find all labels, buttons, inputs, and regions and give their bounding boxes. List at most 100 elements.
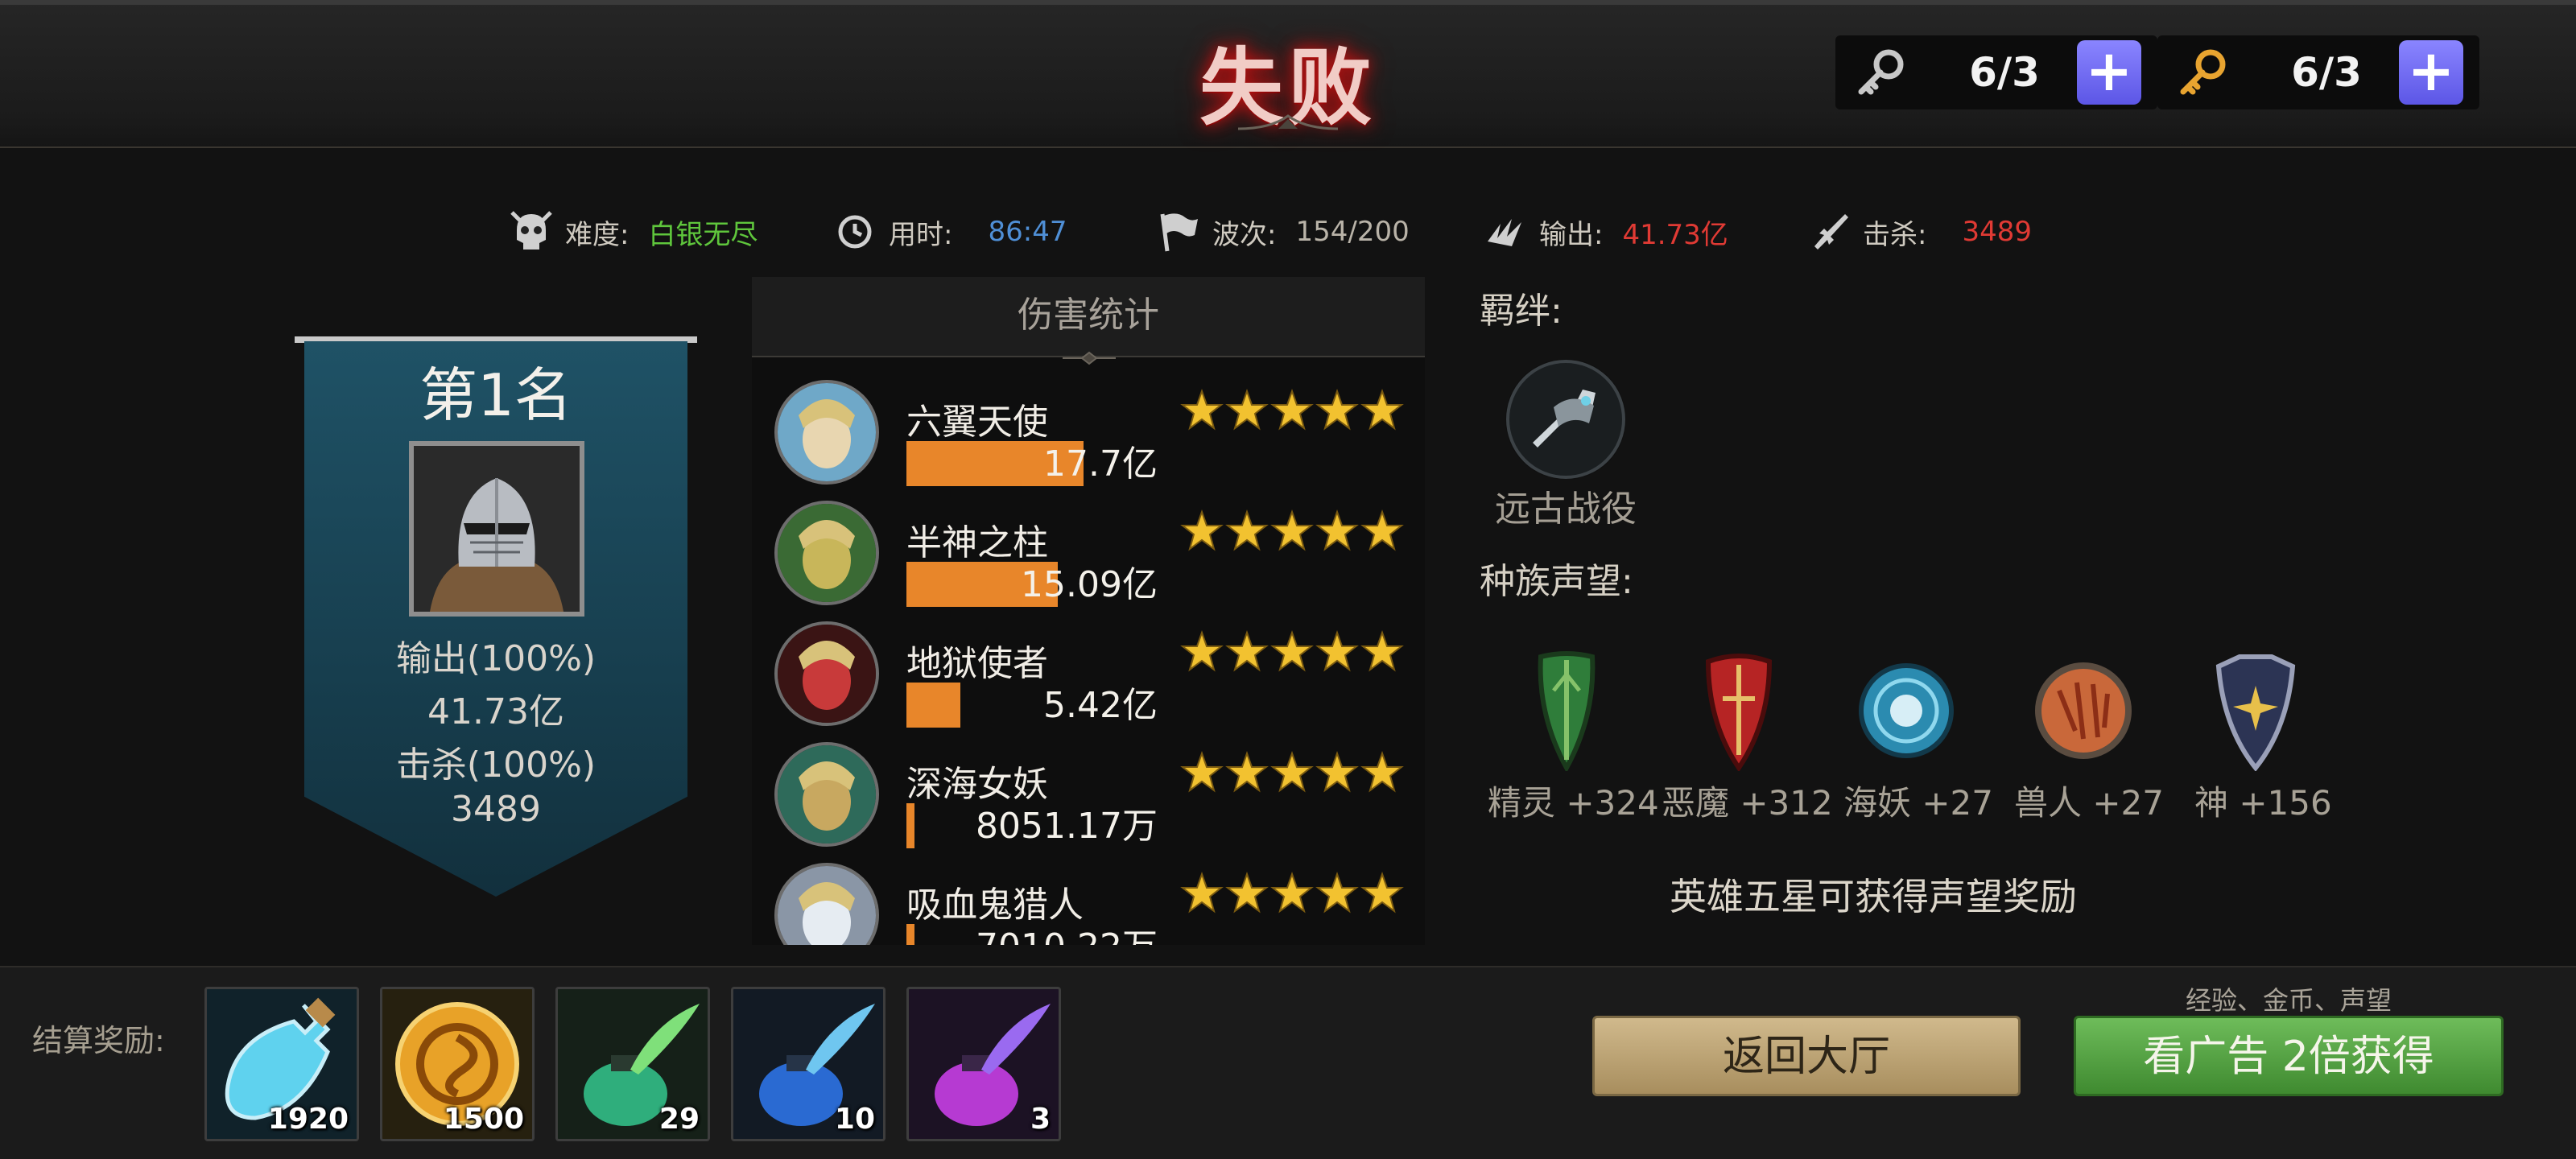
kills-share-label: 击杀(100%) (395, 744, 597, 786)
difficulty-label: 难度: (565, 218, 630, 251)
star-icon (1225, 509, 1269, 551)
star-icon (1315, 388, 1359, 431)
hero-avatar (774, 863, 879, 945)
waves-value: 154/200 (1295, 216, 1410, 248)
reward-count: 1920 (267, 1103, 349, 1136)
kills-total: 3489 (451, 789, 541, 830)
reward-item-gold[interactable]: 1500 (380, 987, 535, 1141)
sword-icon (1814, 214, 1848, 250)
clock-icon (838, 215, 872, 249)
star-icon (1360, 388, 1404, 431)
title-ornament (1238, 114, 1338, 130)
star-icon (1315, 509, 1359, 551)
stat-waves: 波次: 154/200 (1153, 206, 1410, 258)
reward-item-exp[interactable]: 1920 (204, 987, 359, 1141)
reward-item-blue-ink[interactable]: 10 (731, 987, 886, 1141)
damage-stats-title: 伤害统计 (752, 277, 1425, 357)
demon-shield-icon[interactable] (1690, 650, 1787, 771)
star-icon (1180, 509, 1224, 551)
god-shield-icon[interactable] (2207, 650, 2304, 771)
damage-stats-panel[interactable]: 六翼天使 17.7亿 半神之柱 15.09亿 地狱使者 5.42亿 深海女妖 8051.17万… (752, 277, 1425, 945)
header-ornament (1063, 351, 1116, 365)
hero-damage-row[interactable]: 六翼天使 17.7亿 (752, 372, 1425, 493)
hero-damage-row[interactable]: 地狱使者 5.42亿 (752, 613, 1425, 734)
bond-label: 羁绊: (1480, 291, 1563, 332)
damage-value: 8051.17万 (976, 806, 1158, 847)
flag-icon (1160, 213, 1198, 252)
hero-damage-row[interactable]: 吸血鬼猎人7010.22万 (752, 855, 1425, 945)
star-rating (1180, 388, 1404, 431)
star-icon (1360, 871, 1404, 914)
race-siren-label: 海妖 +27 (1843, 783, 1993, 823)
star-icon (1270, 750, 1314, 793)
elf-shield-icon[interactable] (1518, 650, 1615, 771)
star-icon (1360, 509, 1404, 551)
gold-key-counter: 6/3 + (2157, 35, 2479, 109)
add-gold-key-button[interactable]: + (2399, 40, 2463, 105)
claw-icon (1488, 219, 1521, 246)
reward-label: 结算奖励: (32, 1023, 165, 1058)
star-icon (1360, 750, 1404, 793)
hero-name: 六翼天使 (906, 402, 1048, 443)
star-icon (1180, 629, 1224, 672)
knight-helmet-icon (414, 446, 580, 612)
hero-damage-row[interactable]: 深海女妖 8051.17万 (752, 734, 1425, 855)
return-lobby-button[interactable]: 返回大厅 (1592, 1016, 2021, 1096)
stat-kills: 击杀: 3489 (1803, 206, 2032, 258)
difficulty-value: 白银无尽 (648, 218, 758, 251)
siren-shield-icon[interactable] (1858, 650, 1955, 771)
star-icon (1315, 871, 1359, 914)
kills-value: 3489 (1962, 216, 2032, 248)
reward-item-green-ink[interactable]: 29 (555, 987, 710, 1141)
star-rating (1180, 750, 1404, 793)
watch-ad-double-button[interactable]: 看广告 2倍获得 (2074, 1016, 2504, 1096)
hero-avatar (774, 621, 879, 726)
star-icon (1270, 871, 1314, 914)
stat-output: 输出: 41.73亿 (1480, 206, 1728, 258)
reward-count: 1500 (443, 1103, 524, 1136)
hero-avatar (774, 742, 879, 847)
star-icon (1180, 871, 1224, 914)
star-rating (1180, 509, 1404, 551)
star-icon (1315, 629, 1359, 672)
output-label: 输出: (1539, 218, 1604, 251)
star-icon (1180, 750, 1224, 793)
star-rating (1180, 871, 1404, 914)
damage-value: 7010.22万 (906, 924, 1158, 945)
star-icon (1270, 629, 1314, 672)
hero-damage-row[interactable]: 半神之柱 15.09亿 (752, 493, 1425, 613)
star-icon (1225, 871, 1269, 914)
race-label: 种族声望: (1480, 561, 1633, 602)
reward-count: 29 (658, 1103, 700, 1136)
damage-value: 17.7亿 (1043, 443, 1158, 485)
hero-name: 深海女妖 (906, 764, 1048, 805)
race-god-label: 神 +156 (2194, 783, 2332, 823)
output-value: 41.73亿 (1622, 218, 1728, 251)
add-silver-key-button[interactable]: + (2077, 40, 2141, 105)
hero-name: 半神之柱 (906, 522, 1048, 563)
reward-item-purple-ink[interactable]: 3 (906, 987, 1061, 1141)
knight-portrait (409, 441, 584, 617)
stat-time: 用时: 86:47 (829, 206, 1067, 258)
damage-value: 15.09亿 (1021, 564, 1158, 605)
star-icon (1180, 388, 1224, 431)
hero-avatar (774, 380, 879, 485)
output-share-label: 输出(100%) (395, 638, 597, 679)
star-icon (1360, 629, 1404, 672)
star-rating (1180, 629, 1404, 672)
orc-shield-icon[interactable] (2035, 650, 2132, 771)
silver-key-count: 6/3 (1969, 49, 2040, 96)
race-orc-label: 兽人 +27 (2014, 783, 2164, 823)
silver-key-counter: 6/3 + (1835, 35, 2157, 109)
reward-count: 3 (1030, 1103, 1051, 1136)
bond-name: 远古战役 (1495, 489, 1637, 530)
damage-value: 5.42亿 (1043, 685, 1158, 726)
ancient-battle-icon[interactable] (1505, 359, 1626, 480)
time-label: 用时: (889, 218, 953, 251)
kills-label: 击杀: (1863, 218, 1927, 251)
ad-reward-note: 经验、金币、声望 (2185, 985, 2392, 1016)
top-rim (0, 0, 2576, 5)
waves-label: 波次: (1212, 218, 1277, 251)
rank-title: 第1名 (419, 361, 572, 429)
star-icon (1270, 388, 1314, 431)
